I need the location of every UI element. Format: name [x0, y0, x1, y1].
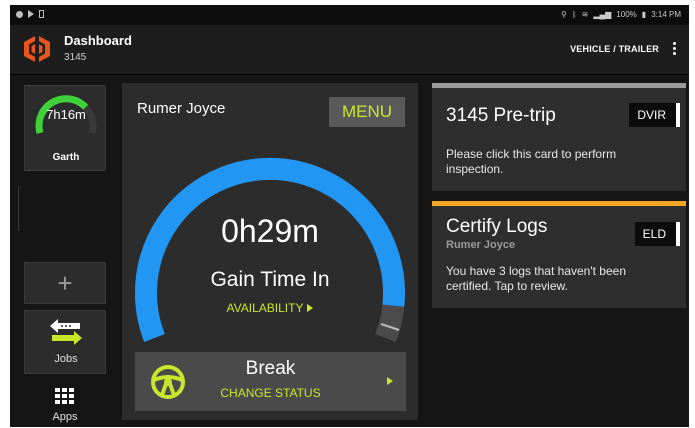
location-icon: ⚲	[560, 10, 567, 19]
tablet-screen: ⚲ ᛒ ≋ ▂▄▆ 100% ▮ 3:14 PM Dashboard 3145 …	[10, 5, 689, 427]
hexagon-logo-icon	[24, 35, 50, 63]
system-status-bar: ⚲ ᛒ ≋ ▂▄▆ 100% ▮ 3:14 PM	[10, 5, 689, 25]
clock-time-remaining: 0h29m	[221, 213, 319, 249]
play-icon	[28, 10, 34, 18]
certify-driver-name: Rumer Joyce	[446, 239, 516, 251]
divider	[18, 186, 19, 231]
battery-percent: 100%	[616, 10, 637, 19]
add-driver-button[interactable]: +	[24, 262, 106, 304]
sidebar: 7h16m Garth + Jobs Apps	[10, 76, 120, 427]
signal-icon: ▂▄▆	[593, 10, 612, 19]
clock-status-label: Gain Time In	[210, 268, 330, 291]
swap-arrows-icon	[50, 319, 82, 345]
certify-title: Certify Logs	[446, 216, 548, 237]
certify-description: You have 3 logs that haven't been certif…	[446, 264, 626, 293]
apps-label: Apps	[52, 411, 78, 423]
sim-icon	[39, 10, 44, 18]
bluetooth-icon: ᛒ	[571, 10, 577, 19]
pretrip-title: 3145 Pre-trip	[446, 105, 556, 126]
change-status-label: CHANGE STATUS	[220, 386, 321, 400]
break-label: Break	[245, 358, 296, 379]
wifi-icon: ≋	[581, 10, 589, 19]
certify-logs-card[interactable]: Certify Logs Rumer Joyce ELD You have 3 …	[432, 201, 686, 308]
vehicle-number: 3145	[64, 52, 87, 63]
app-bar: Dashboard 3145 VEHICLE / TRAILER	[10, 25, 689, 75]
status-left-icons	[16, 10, 44, 18]
hos-clock-card[interactable]: Rumer Joyce MENU 0h29m Gain Time In AVAI…	[122, 83, 418, 420]
driver-card-garth[interactable]: 7h16m Garth	[24, 85, 106, 171]
grid-icon	[55, 388, 75, 406]
menu-button[interactable]: MENU	[329, 97, 405, 127]
pretrip-description: Please click this card to perform inspec…	[446, 147, 617, 176]
driver-time-remaining: 7h16m	[46, 107, 86, 122]
battery-icon: ▮	[641, 10, 647, 19]
apps-button[interactable]: Apps	[24, 384, 106, 426]
jobs-label: Jobs	[54, 353, 78, 365]
availability-link[interactable]: AVAILABILITY	[122, 301, 418, 315]
jobs-button[interactable]: Jobs	[24, 310, 106, 374]
availability-label: AVAILABILITY	[226, 301, 304, 315]
vehicle-trailer-button[interactable]: VEHICLE / TRAILER	[570, 44, 659, 54]
eld-badge: ELD	[634, 222, 680, 246]
notification-dot-icon	[16, 10, 23, 18]
gauge-end-marker	[380, 323, 400, 331]
chevron-right-icon	[387, 377, 393, 385]
plus-icon: +	[57, 268, 73, 298]
clock-driver-name: Rumer Joyce	[137, 100, 226, 117]
pretrip-inspection-card[interactable]: 3145 Pre-trip DVIR Please click this car…	[432, 83, 686, 191]
status-right-icons: ⚲ ᛒ ≋ ▂▄▆ 100% ▮ 3:14 PM	[561, 10, 681, 19]
driver-name: Garth	[52, 152, 80, 163]
dvir-badge: DVIR	[629, 103, 680, 127]
more-vertical-icon[interactable]	[671, 40, 677, 58]
play-arrow-icon	[307, 304, 314, 312]
clock-text: 3:14 PM	[651, 10, 681, 19]
page-title: Dashboard	[64, 33, 132, 48]
change-status-button[interactable]: Break CHANGE STATUS	[135, 352, 406, 411]
